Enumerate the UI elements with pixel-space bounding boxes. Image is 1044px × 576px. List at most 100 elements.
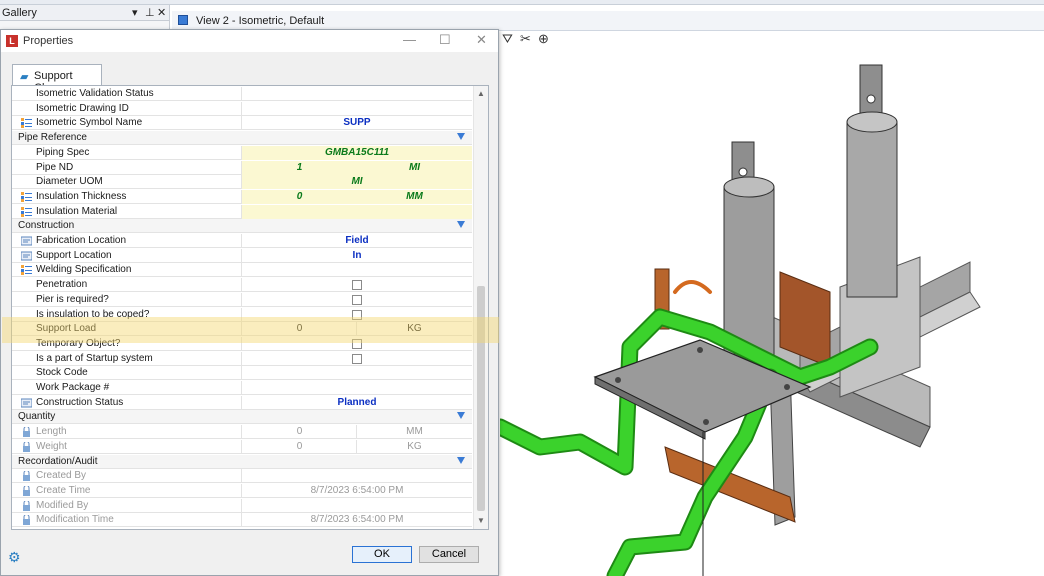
- list-icon: [21, 206, 32, 217]
- spring-can-right: [846, 64, 898, 298]
- collapse-icon[interactable]: [457, 412, 465, 420]
- property-grid: Isometric Validation Status Isometric Dra…: [11, 85, 489, 530]
- property-label: Create Time: [36, 484, 91, 496]
- property-row[interactable]: Isometric Symbol Name SUPP: [12, 116, 472, 131]
- property-value[interactable]: 0: [242, 425, 357, 439]
- minimize-icon[interactable]: —: [403, 32, 416, 47]
- property-checkbox[interactable]: [352, 353, 362, 364]
- model-viewport[interactable]: [500, 47, 1044, 576]
- property-value[interactable]: [242, 366, 472, 380]
- property-unit[interactable]: MM: [357, 189, 472, 204]
- property-checkbox[interactable]: [352, 280, 362, 291]
- property-value[interactable]: SUPP: [242, 116, 472, 130]
- property-row[interactable]: Welding Specification: [12, 263, 472, 278]
- app-logo-icon: L: [6, 35, 18, 47]
- property-value[interactable]: 8/7/2023 6:54:00 PM: [242, 513, 472, 527]
- property-label: Pipe ND: [36, 161, 74, 173]
- ok-button[interactable]: OK: [352, 546, 412, 563]
- footer-properties-icon[interactable]: ⚙: [8, 549, 21, 566]
- collapse-icon[interactable]: [457, 133, 465, 141]
- property-row[interactable]: Fabrication Location Field: [12, 234, 472, 248]
- filter-icon[interactable]: ⛛: [502, 31, 513, 47]
- property-value[interactable]: Field: [242, 234, 472, 248]
- property-row[interactable]: Pipe ND 1 MI: [12, 160, 472, 175]
- property-value[interactable]: GMBA15C111: [242, 145, 472, 160]
- property-row[interactable]: Insulation Thickness 0 MM: [12, 189, 472, 204]
- lock-icon: [21, 484, 32, 496]
- dialog-titlebar[interactable]: L Properties — ☐ ✕: [1, 30, 498, 52]
- lock-icon: [21, 499, 32, 511]
- dropdown-icon[interactable]: ▾: [132, 6, 138, 19]
- close-icon[interactable]: ✕: [157, 6, 166, 19]
- property-row[interactable]: Length 0 MM: [12, 425, 472, 440]
- property-row[interactable]: Insulation Material: [12, 204, 472, 219]
- property-unit[interactable]: MI: [357, 160, 472, 175]
- cancel-button[interactable]: Cancel: [419, 546, 479, 563]
- property-value[interactable]: [242, 87, 472, 101]
- property-value[interactable]: Planned: [242, 396, 472, 410]
- category-label: Pipe Reference: [18, 132, 87, 144]
- scroll-up-icon[interactable]: ▲: [477, 89, 485, 98]
- category-label: Recordation/Audit: [18, 455, 98, 467]
- property-value[interactable]: [242, 381, 472, 395]
- property-label: Weight: [36, 440, 67, 452]
- collapse-icon[interactable]: [457, 221, 465, 229]
- category-header[interactable]: Quantity: [12, 410, 472, 425]
- property-row[interactable]: Pier is required?: [12, 292, 472, 307]
- property-value[interactable]: 1: [242, 160, 357, 175]
- pin-icon[interactable]: ⊥: [145, 6, 155, 19]
- select-filter-icon[interactable]: ✂: [520, 31, 531, 47]
- property-row[interactable]: Create Time 8/7/2023 6:54:00 PM: [12, 483, 472, 498]
- tab-support-clamp[interactable]: ▰ Support Clamp: [12, 64, 102, 94]
- lock-icon: [21, 440, 32, 452]
- view-tab[interactable]: View 2 - Isometric, Default: [172, 11, 1044, 31]
- property-value[interactable]: [242, 263, 472, 277]
- zoom-icon[interactable]: ⊕: [538, 31, 549, 47]
- property-label: Modified By: [36, 499, 89, 511]
- property-value[interactable]: MI: [242, 175, 472, 190]
- property-row[interactable]: Isometric Validation Status: [12, 87, 472, 101]
- property-checkbox[interactable]: [352, 294, 362, 305]
- property-row[interactable]: Stock Code: [12, 366, 472, 381]
- property-label: Insulation Material: [36, 205, 118, 217]
- property-label: Support Location: [36, 249, 112, 261]
- property-value[interactable]: 0: [242, 440, 357, 454]
- scroll-down-icon[interactable]: ▼: [477, 516, 485, 525]
- properties-dialog: L Properties — ☐ ✕ ▰ Support Clamp Isome…: [0, 29, 499, 576]
- property-row[interactable]: Isometric Drawing ID: [12, 101, 472, 116]
- property-row[interactable]: Created By: [12, 469, 472, 484]
- property-value[interactable]: [242, 469, 472, 483]
- property-row[interactable]: Is a part of Startup system: [12, 351, 472, 366]
- property-row[interactable]: Piping Spec GMBA15C111: [12, 145, 472, 160]
- close-dialog-icon[interactable]: ✕: [476, 32, 487, 48]
- property-row[interactable]: Weight 0 KG: [12, 439, 472, 454]
- property-label: Diameter UOM: [36, 176, 103, 188]
- list-icon: [21, 265, 32, 276]
- property-value[interactable]: In: [242, 249, 472, 263]
- property-unit[interactable]: KG: [357, 440, 472, 454]
- maximize-icon[interactable]: ☐: [439, 32, 451, 48]
- property-row[interactable]: Modification Time 8/7/2023 6:54:00 PM: [12, 513, 472, 528]
- category-header[interactable]: Pipe Reference: [12, 131, 472, 146]
- property-unit[interactable]: MM: [357, 425, 472, 439]
- list-icon: [21, 191, 32, 202]
- collapse-icon[interactable]: [457, 456, 465, 464]
- property-row[interactable]: Penetration: [12, 278, 472, 293]
- vertical-scrollbar[interactable]: ▲ ▼: [473, 86, 488, 529]
- property-row[interactable]: Support Location In: [12, 248, 472, 263]
- property-row[interactable]: Work Package #: [12, 381, 472, 395]
- property-value[interactable]: 0: [242, 189, 357, 204]
- property-value[interactable]: 8/7/2023 6:54:00 PM: [242, 484, 472, 498]
- property-row[interactable]: Modified By: [12, 498, 472, 513]
- property-value[interactable]: [242, 499, 472, 513]
- property-value[interactable]: [242, 204, 472, 219]
- property-label: Modification Time: [36, 514, 114, 526]
- support-load-highlight: [2, 317, 499, 343]
- property-row[interactable]: Diameter UOM MI: [12, 175, 472, 190]
- gallery-title: Gallery: [2, 7, 37, 19]
- property-value[interactable]: [242, 102, 472, 116]
- category-header[interactable]: Construction: [12, 219, 472, 234]
- category-header[interactable]: Recordation/Audit: [12, 454, 472, 469]
- property-row[interactable]: Construction Status Planned: [12, 395, 472, 410]
- property-label: Piping Spec: [36, 146, 90, 158]
